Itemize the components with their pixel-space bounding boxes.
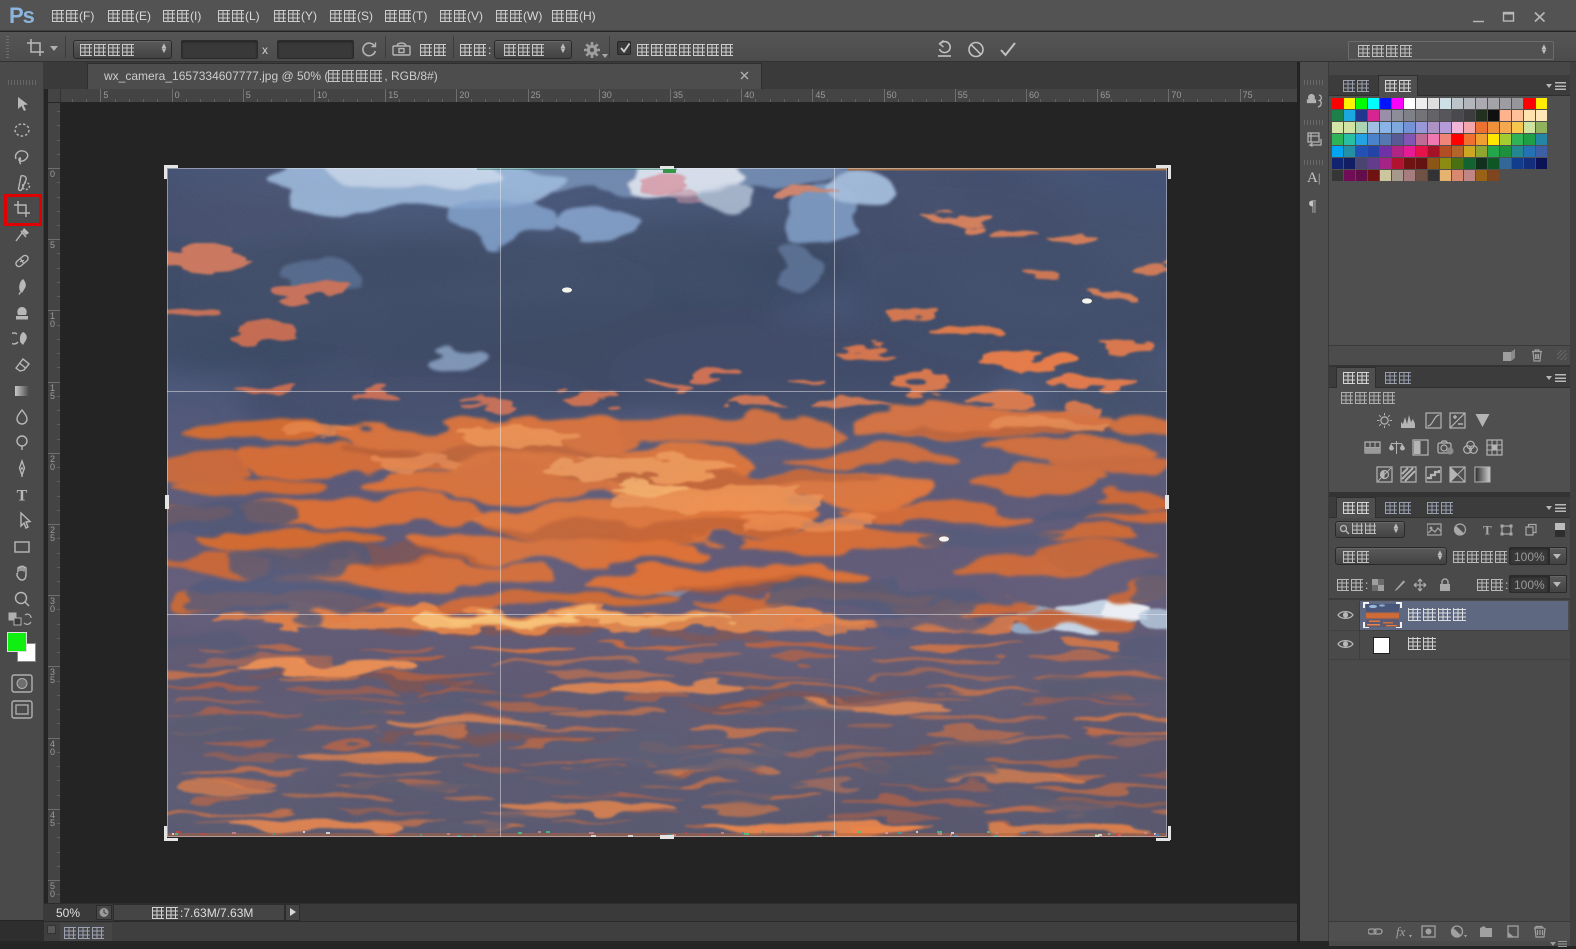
svg-text:T: T (17, 488, 28, 505)
svg-text:fx: fx (1396, 924, 1406, 939)
svg-text:T: T (1483, 523, 1492, 537)
